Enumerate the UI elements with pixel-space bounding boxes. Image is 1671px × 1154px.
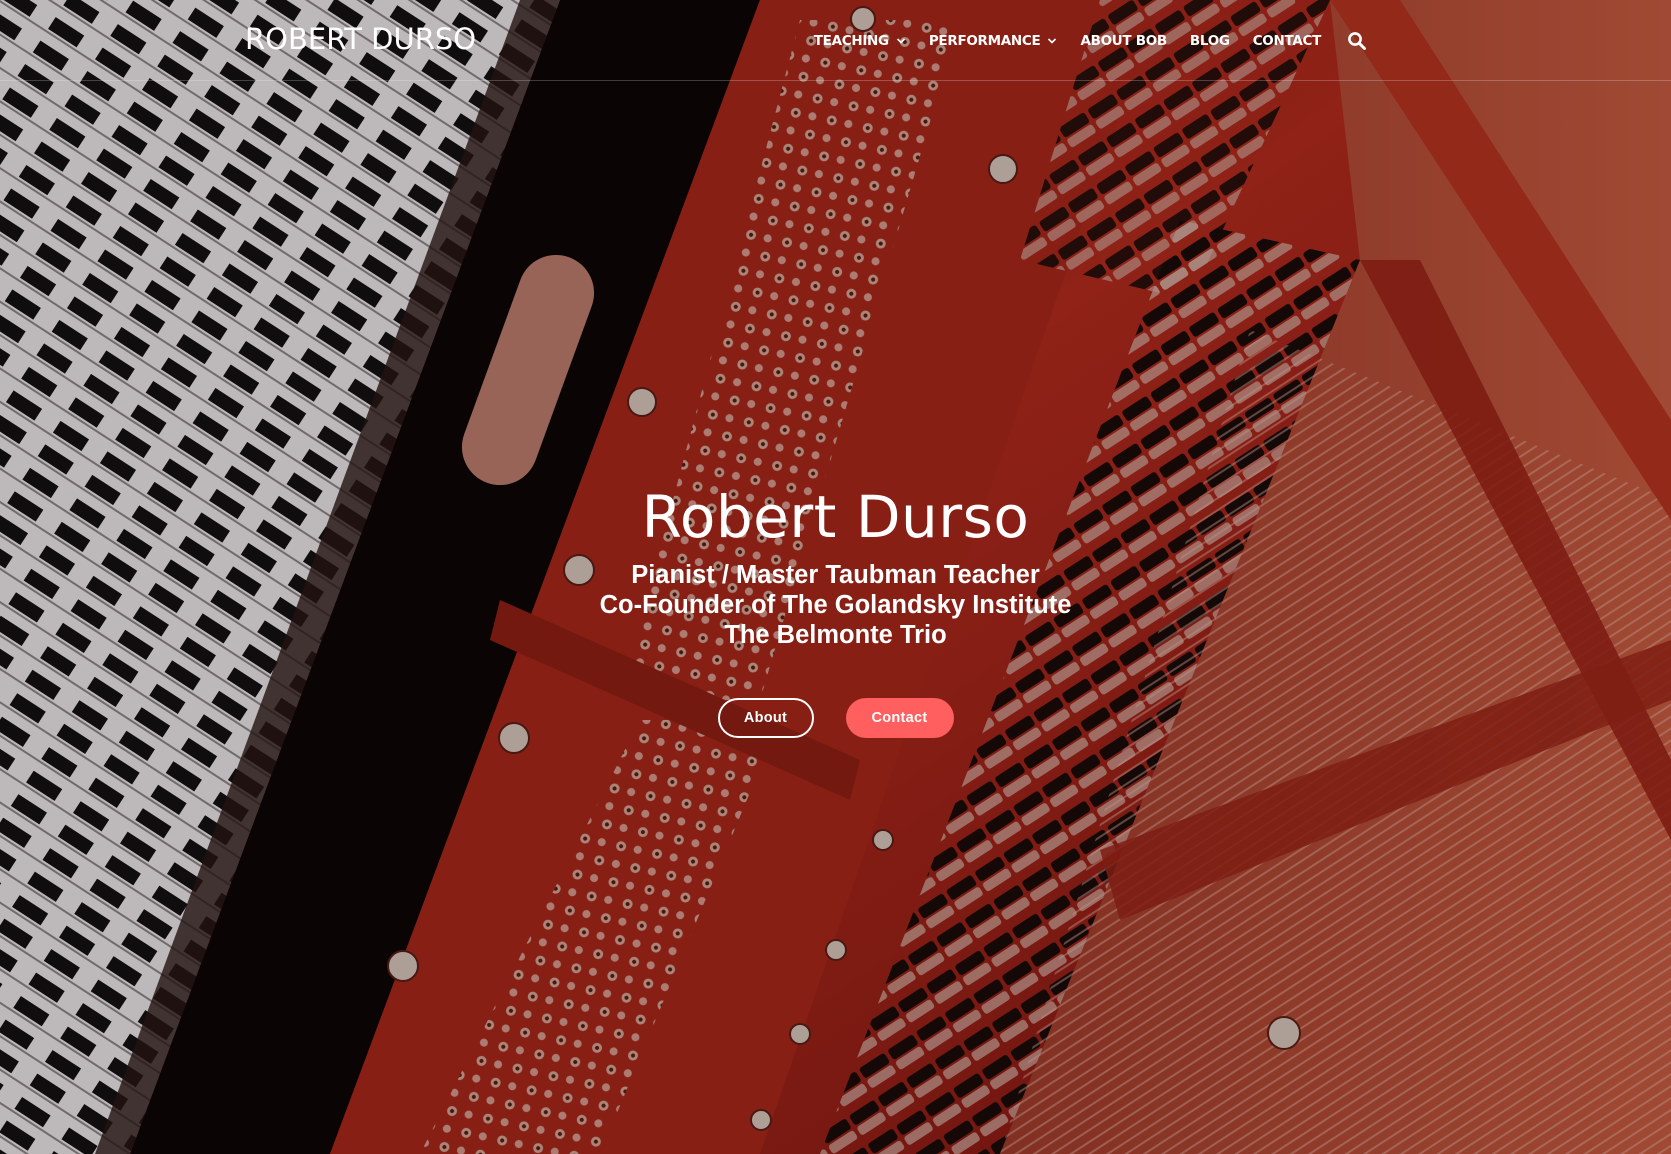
- page: ROBERT DURSO TEACHING PERFORMANCE ABOUT …: [0, 0, 1671, 1154]
- hero-subtitle-line: The Belmonte Trio: [724, 621, 947, 649]
- site-header: ROBERT DURSO TEACHING PERFORMANCE ABOUT …: [0, 0, 1671, 81]
- hero-subtitle-line: Co-Founder of The Golandsky Institute: [599, 591, 1072, 619]
- nav-teaching[interactable]: TEACHING: [814, 33, 906, 49]
- contact-button[interactable]: Contact: [845, 698, 954, 738]
- chevron-down-icon: [1048, 37, 1057, 44]
- main-nav: TEACHING PERFORMANCE ABOUT BOB BLOG CONT…: [814, 0, 1367, 81]
- nav-teaching-label: TEACHING: [813, 32, 889, 49]
- nav-contact[interactable]: CONTACT: [1253, 33, 1322, 49]
- hero-buttons: About Contact: [0, 698, 1671, 738]
- nav-performance[interactable]: PERFORMANCE: [929, 33, 1058, 49]
- search-icon[interactable]: [1347, 31, 1367, 51]
- hero-section: Robert Durso Pianist / Master Taubman Te…: [0, 478, 1671, 738]
- hero-subtitle: Pianist / Master Taubman Teacher Co-Foun…: [0, 560, 1671, 650]
- site-logo[interactable]: ROBERT DURSO: [245, 22, 476, 56]
- hero-subtitle-line: Pianist / Master Taubman Teacher: [631, 561, 1040, 589]
- about-button[interactable]: About: [717, 698, 814, 738]
- hero-title: Robert Durso: [641, 483, 1030, 551]
- chevron-down-icon: [896, 37, 905, 44]
- nav-about-bob[interactable]: ABOUT BOB: [1080, 33, 1167, 49]
- nav-blog[interactable]: BLOG: [1190, 33, 1230, 49]
- nav-performance-label: PERFORMANCE: [928, 32, 1041, 49]
